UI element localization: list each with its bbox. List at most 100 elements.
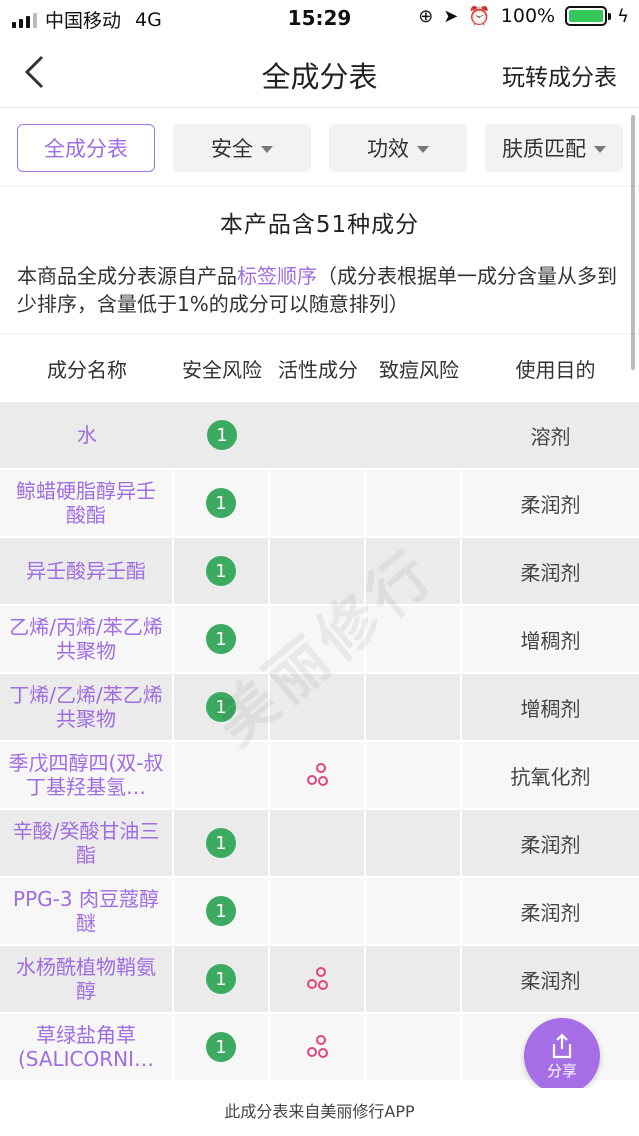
tab-label: 全成分表 xyxy=(44,137,128,161)
acne-cell xyxy=(366,810,462,876)
table-row[interactable]: 异壬酸异壬酯 1 柔润剂 xyxy=(0,538,639,606)
col-safety: 安全风险 xyxy=(182,357,262,382)
acne-cell xyxy=(366,742,462,808)
ingredient-name[interactable]: PPG-3 肉豆蔻醇醚 xyxy=(0,878,174,944)
acne-cell xyxy=(366,538,462,604)
active-cell xyxy=(270,810,366,876)
table-row[interactable]: 水 1 溶剂 xyxy=(0,402,639,470)
ingredient-name[interactable]: 水 xyxy=(0,402,174,468)
alarm-icon: ⏰ xyxy=(468,5,491,27)
safety-cell: 1 xyxy=(174,878,270,944)
ingredient-name[interactable]: 水杨酰植物鞘氨醇 xyxy=(0,946,174,1012)
footer-note: 此成分表来自美丽修行APP xyxy=(0,1088,639,1136)
label-order-link[interactable]: 标签顺序 xyxy=(237,264,317,288)
tab-label: 安全 xyxy=(211,137,253,161)
table-row[interactable]: 乙烯/丙烯/苯乙烯共聚物 1 增稠剂 xyxy=(0,606,639,674)
safety-cell: 1 xyxy=(174,470,270,536)
acne-cell xyxy=(366,606,462,672)
table-row[interactable]: 水杨酰植物鞘氨醇 1 柔润剂 xyxy=(0,946,639,1014)
tab-full-list[interactable]: 全成分表 xyxy=(17,124,155,172)
safety-cell: 1 xyxy=(174,538,270,604)
ingredient-name[interactable]: 乙烯/丙烯/苯乙烯共聚物 xyxy=(0,606,174,672)
active-ingredient-icon xyxy=(307,967,328,990)
filter-tabs: 全成分表 安全 功效 肤质匹配 xyxy=(17,124,623,172)
active-cell xyxy=(270,742,366,808)
safety-cell: 1 xyxy=(174,946,270,1012)
tab-efficacy[interactable]: 功效 xyxy=(329,124,467,172)
acne-cell xyxy=(366,1014,462,1080)
caret-down-icon xyxy=(417,145,429,153)
divider xyxy=(0,186,639,187)
desc-text: 本商品全成分表源自产品 xyxy=(17,264,237,288)
safety-score-badge: 1 xyxy=(206,624,236,654)
table-row[interactable]: 丁烯/乙烯/苯乙烯共聚物 1 增稠剂 xyxy=(0,674,639,742)
purpose-cell: 增稠剂 xyxy=(520,696,581,721)
orientation-lock-icon: ⊕ xyxy=(418,5,434,27)
purpose-cell: 柔润剂 xyxy=(520,560,581,585)
active-cell xyxy=(270,606,366,672)
active-cell xyxy=(270,470,366,536)
share-button[interactable]: 分享 xyxy=(524,1018,600,1094)
purpose-cell: 增稠剂 xyxy=(520,628,581,653)
purpose-cell: 抗氧化剂 xyxy=(510,764,591,789)
ingredient-name[interactable]: 草绿盐角草(SALICORNI… xyxy=(0,1014,174,1080)
ingredient-table: 水 1 溶剂 鲸蜡硬脂醇异壬酸酯 1 柔润剂 异壬酸异壬酯 1 柔润剂 乙烯/丙烯/苯乙烯共聚物 1… xyxy=(0,402,639,1082)
caret-down-icon xyxy=(261,145,273,153)
safety-cell: 1 xyxy=(174,1014,270,1080)
safety-cell: 1 xyxy=(174,810,270,876)
ingredient-name[interactable]: 季戊四醇四(双-叔丁基羟基氢… xyxy=(0,742,174,808)
ingredient-name[interactable]: 鲸蜡硬脂醇异壬酸酯 xyxy=(0,470,174,536)
active-cell xyxy=(270,946,366,1012)
share-label: 分享 xyxy=(546,1061,577,1080)
purpose-cell: 柔润剂 xyxy=(520,492,581,517)
safety-score-badge: 1 xyxy=(207,420,237,450)
ingredient-count: 本产品含51种成分 xyxy=(219,212,420,238)
safety-score-badge: 1 xyxy=(206,692,236,722)
safety-score-badge: 1 xyxy=(206,964,236,994)
safety-cell: 1 xyxy=(174,606,270,672)
active-cell xyxy=(270,878,366,944)
share-icon xyxy=(552,1032,572,1058)
active-cell xyxy=(270,402,366,468)
location-icon: ➤ xyxy=(443,5,459,27)
acne-cell xyxy=(366,946,462,1012)
list-description: 本商品全成分表源自产品标签顺序（成分表根据单一成分含量从多到少排序，含量低于1%… xyxy=(17,262,622,318)
ingredient-name[interactable]: 异壬酸异壬酯 xyxy=(0,538,174,604)
ingredient-name[interactable]: 辛酸/癸酸甘油三酯 xyxy=(0,810,174,876)
active-cell xyxy=(270,538,366,604)
guide-link[interactable]: 玩转成分表 xyxy=(502,58,617,92)
acne-cell xyxy=(366,878,462,944)
safety-cell: 1 xyxy=(174,402,270,468)
caret-down-icon xyxy=(594,145,606,153)
table-row[interactable]: 季戊四醇四(双-叔丁基羟基氢… 抗氧化剂 xyxy=(0,742,639,810)
ingredient-name[interactable]: 丁烯/乙烯/苯乙烯共聚物 xyxy=(0,674,174,740)
table-row[interactable]: 鲸蜡硬脂醇异壬酸酯 1 柔润剂 xyxy=(0,470,639,538)
col-name: 成分名称 xyxy=(47,357,127,382)
battery-icon xyxy=(565,6,612,26)
acne-cell xyxy=(366,470,462,536)
safety-score-badge: 1 xyxy=(206,896,236,926)
purpose-cell: 柔润剂 xyxy=(520,832,581,857)
acne-cell xyxy=(366,674,462,740)
safety-score-badge: 1 xyxy=(206,488,236,518)
battery-percent: 100% xyxy=(500,5,556,27)
col-acne: 致痘风险 xyxy=(379,357,459,382)
purpose-cell: 溶剂 xyxy=(530,424,571,449)
col-active: 活性成分 xyxy=(278,357,358,382)
scrollbar[interactable] xyxy=(631,115,635,370)
safety-score-badge: 1 xyxy=(206,828,236,858)
active-ingredient-icon xyxy=(307,763,328,786)
safety-cell: 1 xyxy=(174,674,270,740)
safety-score-badge: 1 xyxy=(206,556,236,586)
status-bar: 中国移动 4G 15:29 ⊕ ➤ ⏰ 100% ϟ xyxy=(0,0,639,36)
table-row[interactable]: PPG-3 肉豆蔻醇醚 1 柔润剂 xyxy=(0,878,639,946)
tab-label: 肤质匹配 xyxy=(502,137,586,161)
table-row[interactable]: 辛酸/癸酸甘油三酯 1 柔润剂 xyxy=(0,810,639,878)
nav-bar: 全成分表 玩转成分表 xyxy=(0,36,639,108)
table-header: 成分名称 安全风险 活性成分 致痘风险 使用目的 xyxy=(0,334,639,402)
tab-label: 功效 xyxy=(367,137,409,161)
tab-skin-match[interactable]: 肤质匹配 xyxy=(485,124,623,172)
safety-score-badge: 1 xyxy=(206,1032,236,1062)
charging-icon: ϟ xyxy=(617,5,629,27)
tab-safety[interactable]: 安全 xyxy=(173,124,311,172)
